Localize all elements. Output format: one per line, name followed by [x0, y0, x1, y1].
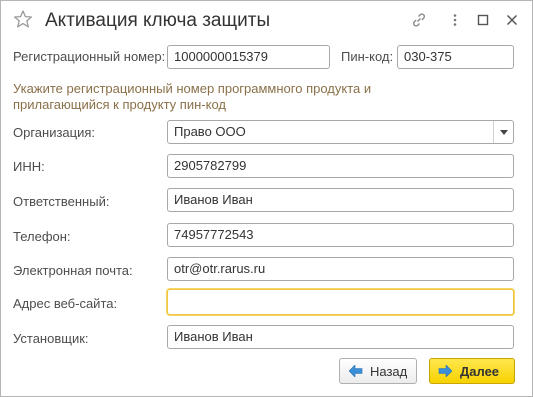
- organization-select[interactable]: Право ООО: [167, 120, 514, 144]
- chevron-down-icon: [500, 130, 508, 135]
- more-icon[interactable]: [447, 12, 463, 28]
- title-bar: Активация ключа защиты: [1, 1, 532, 41]
- arrow-left-icon: [348, 364, 363, 380]
- dropdown-button[interactable]: [493, 121, 513, 143]
- star-icon[interactable]: [13, 9, 33, 29]
- responsible-label: Ответственный:: [13, 194, 110, 209]
- inn-label: ИНН:: [13, 159, 45, 174]
- pin-input[interactable]: 030-375: [397, 45, 514, 69]
- website-input[interactable]: [167, 289, 514, 315]
- installer-label: Установщик:: [13, 331, 89, 346]
- email-input[interactable]: otr@otr.rarus.ru: [167, 257, 514, 281]
- back-button-label: Назад: [370, 364, 408, 379]
- close-icon[interactable]: [504, 12, 520, 28]
- link-icon[interactable]: [411, 12, 427, 28]
- pin-label: Пин-код:: [341, 49, 394, 64]
- website-label: Адрес веб-сайта:: [13, 296, 118, 311]
- inn-input[interactable]: 2905782799: [167, 154, 514, 178]
- activation-dialog: Активация ключа защиты Регистрационный н…: [0, 0, 533, 397]
- organization-label: Организация:: [13, 125, 96, 140]
- installer-input[interactable]: Иванов Иван: [167, 325, 514, 349]
- reg-number-label: Регистрационный номер:: [13, 49, 166, 64]
- arrow-right-icon: [438, 364, 453, 380]
- hint-text: Укажите регистрационный номер программно…: [13, 81, 372, 112]
- phone-label: Телефон:: [13, 229, 71, 244]
- back-button[interactable]: Назад: [339, 358, 417, 384]
- maximize-icon[interactable]: [475, 12, 491, 28]
- next-button[interactable]: Далее: [429, 358, 515, 384]
- organization-value: Право ООО: [174, 124, 246, 139]
- responsible-input[interactable]: Иванов Иван: [167, 188, 514, 212]
- email-label: Электронная почта:: [13, 263, 133, 278]
- reg-number-input[interactable]: 1000000015379: [167, 45, 330, 69]
- dialog-title: Активация ключа защиты: [45, 10, 271, 31]
- next-button-label: Далее: [460, 364, 500, 379]
- phone-input[interactable]: 74957772543: [167, 223, 514, 247]
